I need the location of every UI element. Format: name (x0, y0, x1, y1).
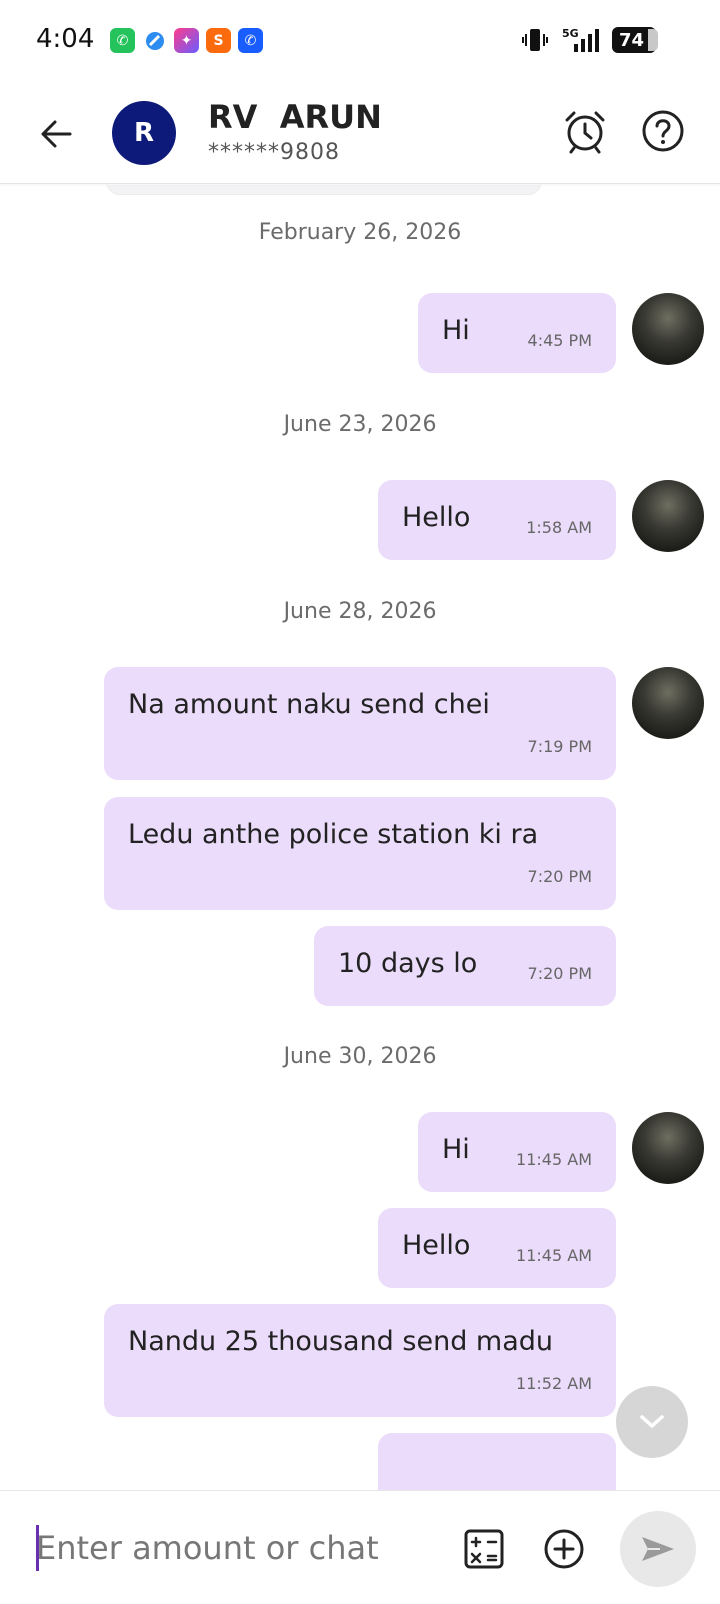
message-text: Hello (402, 1230, 471, 1261)
calculator-icon (464, 1529, 504, 1569)
message-text: Hello (402, 502, 471, 533)
text-cursor (36, 1525, 39, 1571)
browser-icon (142, 28, 167, 53)
message-bubble[interactable]: Nandu 25 thousand send madu 11:52 AM (104, 1304, 616, 1417)
network-label: 5G (562, 27, 579, 40)
message-text: Nandu 25 thousand send madu (128, 1326, 554, 1357)
message-bubble[interactable]: Hello 1:58 AM (378, 480, 616, 560)
date-separator: June 28, 2026 (283, 599, 437, 624)
date-separator: June 23, 2026 (283, 412, 437, 437)
message-time: 7:20 PM (527, 964, 592, 983)
battery-level: 74 (619, 29, 645, 51)
input-bar (0, 1490, 720, 1604)
contact-avatar[interactable]: R (112, 101, 176, 165)
chat-messages[interactable]: February 26, 2026 Hi 4:45 PM June 23, 20… (0, 185, 720, 1490)
contact-phone: ******9808 (208, 140, 340, 165)
message-text: 10 days lo (338, 948, 478, 979)
back-button[interactable] (34, 112, 78, 156)
date-separator: February 26, 2026 (258, 220, 462, 245)
avatar-initial: R (133, 118, 155, 148)
message-time: 1:58 AM (526, 518, 592, 537)
message-bubble[interactable]: Ledu anthe police station ki ra 7:20 PM (104, 797, 616, 910)
message-time: 7:20 PM (527, 867, 592, 886)
vibrate-icon (522, 29, 548, 51)
calculator-button[interactable] (462, 1527, 506, 1571)
attach-button[interactable] (542, 1527, 586, 1571)
contact-name[interactable]: RV ARUN (208, 98, 382, 136)
message-time: 11:45 AM (516, 1150, 592, 1169)
status-bar: 4:04 ✆ ✦ S ✆ 5G 74 (0, 0, 720, 84)
sender-avatar (632, 667, 704, 739)
arrow-left-icon (41, 120, 72, 148)
reminder-button[interactable] (562, 108, 608, 154)
send-icon (642, 1537, 674, 1561)
message-text: Hi (442, 315, 470, 346)
message-text: Na amount naku send chei (128, 689, 490, 720)
chevron-down-icon (640, 1415, 664, 1428)
plus-circle-icon (544, 1529, 584, 1569)
system-icons: 5G 74 (522, 26, 658, 54)
scroll-to-bottom-button[interactable] (616, 1386, 688, 1458)
previous-message-bubble (106, 185, 542, 195)
message-text: Ledu anthe police station ki ra (128, 819, 539, 850)
sender-avatar (632, 480, 704, 552)
battery-icon: 74 (612, 27, 658, 53)
whatsapp-icon: ✆ (110, 28, 135, 53)
signal-5g-icon: 5G (562, 27, 599, 52)
message-bubble[interactable]: Hi 11:45 AM (418, 1112, 616, 1192)
chat-header: R RV ARUN ******9808 (0, 84, 720, 184)
swiggy-icon: S (206, 28, 231, 53)
message-bubble[interactable]: Hi 4:45 PM (418, 293, 616, 373)
phone-app-icon: ✆ (238, 28, 263, 53)
message-bubble[interactable]: Hello 11:45 AM (378, 1208, 616, 1288)
message-time: 7:19 PM (527, 737, 592, 756)
status-time: 4:04 (36, 24, 95, 54)
send-button[interactable] (620, 1511, 696, 1587)
notification-icons: ✆ ✦ S ✆ (110, 28, 263, 53)
app-star-icon: ✦ (174, 28, 199, 53)
help-circle-icon (642, 110, 684, 152)
chat-input[interactable] (36, 1521, 436, 1575)
message-bubble-partial[interactable] (378, 1433, 616, 1490)
message-bubble[interactable]: 10 days lo 7:20 PM (314, 926, 616, 1006)
message-text: Hi (442, 1134, 470, 1165)
help-button[interactable] (640, 108, 686, 154)
date-separator: June 30, 2026 (283, 1044, 437, 1069)
message-time: 4:45 PM (527, 331, 592, 350)
sender-avatar (632, 293, 704, 365)
sender-avatar (632, 1112, 704, 1184)
message-time: 11:52 AM (516, 1374, 592, 1393)
message-time: 11:45 AM (516, 1246, 592, 1265)
alarm-clock-icon (565, 111, 605, 154)
message-bubble[interactable]: Na amount naku send chei 7:19 PM (104, 667, 616, 780)
